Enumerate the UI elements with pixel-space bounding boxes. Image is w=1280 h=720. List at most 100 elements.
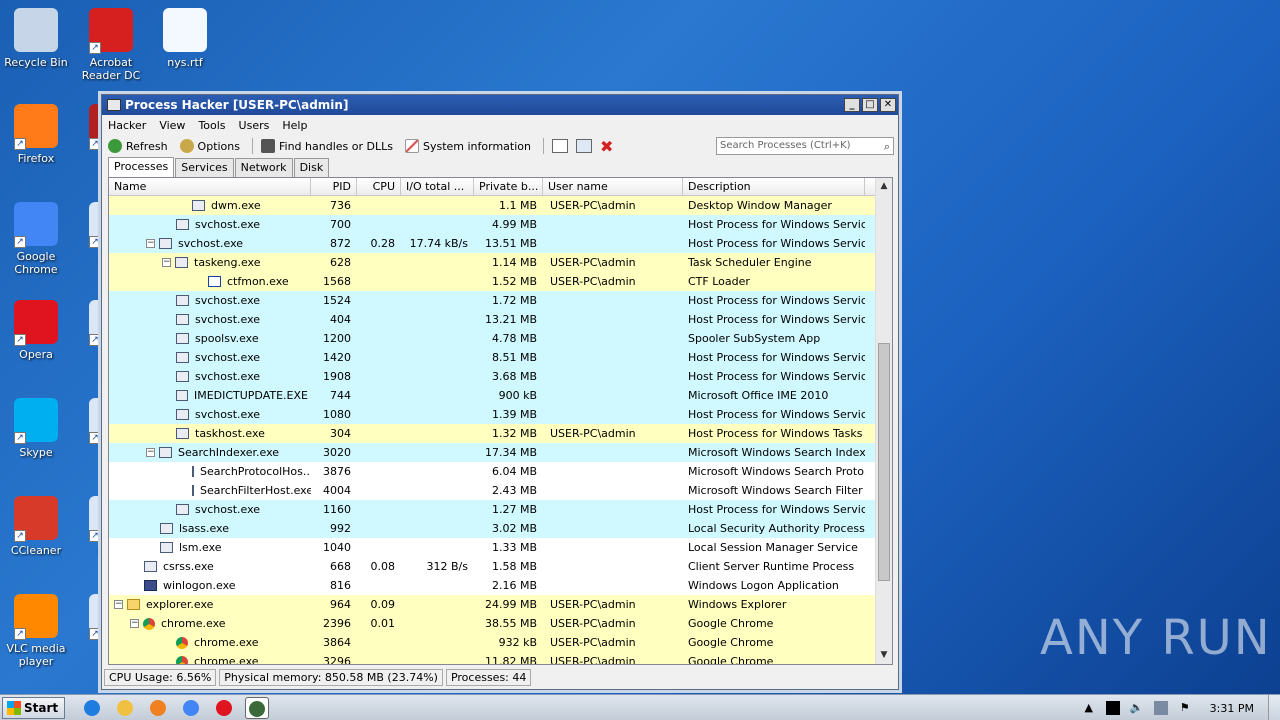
table-row[interactable]: lsass.exe 992 3.02 MB Local Security Author… <box>109 519 892 538</box>
table-row[interactable]: − SearchIndexer.exe 3020 17.34 MB Microsoft … <box>109 443 892 462</box>
cell-user: USER-PC\admin <box>550 617 636 630</box>
cell-pid: 3296 <box>323 655 351 665</box>
column-name[interactable]: Name <box>109 178 311 195</box>
action-center-flag-icon[interactable]: ⚑ <box>1178 701 1192 715</box>
table-row[interactable]: svchost.exe 1420 8.51 MB Host Process for W… <box>109 348 892 367</box>
vertical-scrollbar[interactable]: ▲ ▼ <box>875 178 892 664</box>
table-row[interactable]: − explorer.exe 964 0.09 24.99 MB USER-PC\admi… <box>109 595 892 614</box>
ie-icon[interactable] <box>80 697 104 719</box>
menu-view[interactable]: View <box>159 119 185 132</box>
table-row[interactable]: svchost.exe 1080 1.39 MB Host Process for W… <box>109 405 892 424</box>
network-icon[interactable] <box>1153 701 1168 715</box>
table-row[interactable]: spoolsv.exe 1200 4.78 MB Spooler SubSystem … <box>109 329 892 348</box>
collapse-toggle-icon[interactable]: − <box>130 619 139 628</box>
scroll-thumb[interactable] <box>878 343 890 581</box>
desktop-icon-label: Opera <box>19 348 53 361</box>
desktop-icon-label: nys.rtf <box>167 56 203 69</box>
find-handles-button[interactable]: Find handles or DLLs <box>261 139 393 153</box>
tab-services[interactable]: Services <box>175 158 234 177</box>
table-row[interactable]: − chrome.exe 2396 0.01 38.55 MB USER-PC\admin… <box>109 614 892 633</box>
menu-users[interactable]: Users <box>239 119 270 132</box>
collapse-toggle-icon[interactable]: − <box>146 239 155 248</box>
process-icon <box>208 276 221 287</box>
table-row[interactable]: winlogon.exe 816 2.16 MB Windows Logon Appl… <box>109 576 892 595</box>
table-row[interactable]: − taskeng.exe 628 1.14 MB USER-PC\admin Task … <box>109 253 892 272</box>
process-icon <box>127 599 140 610</box>
scroll-up-icon[interactable]: ▲ <box>876 178 892 195</box>
folder-icon[interactable] <box>113 697 137 719</box>
terminate-icon[interactable]: ✖ <box>600 137 613 156</box>
table-row[interactable]: chrome.exe 3296 11.82 MB USER-PC\admin Googl… <box>109 652 892 665</box>
column-io[interactable]: I/O total ... <box>401 178 474 195</box>
column-pid[interactable]: PID <box>311 178 357 195</box>
console-icon[interactable] <box>1105 701 1120 715</box>
column-description[interactable]: Description <box>683 178 865 195</box>
table-row[interactable]: csrss.exe 668 0.08 312 B/s 1.58 MB Client Ser… <box>109 557 892 576</box>
cell-priv: 11.82 MB <box>484 655 537 665</box>
menu-help[interactable]: Help <box>282 119 307 132</box>
desktop-icon[interactable]: nys.rtf <box>149 8 221 69</box>
tab-network[interactable]: Network <box>234 158 293 177</box>
find-window-icon[interactable] <box>575 139 592 153</box>
tab-processes[interactable]: Processes <box>108 157 175 177</box>
menu-tools[interactable]: Tools <box>198 119 225 132</box>
table-row[interactable]: svchost.exe 404 13.21 MB Host Process for W… <box>109 310 892 329</box>
collapse-toggle-icon[interactable]: − <box>114 600 123 609</box>
desktop-icon[interactable]: ↗ Skype <box>0 398 72 459</box>
start-button[interactable]: Start <box>2 696 66 719</box>
table-row[interactable]: SearchFilterHost.exe 4004 2.43 MB Microsoft… <box>109 481 892 500</box>
opera-icon[interactable] <box>212 697 236 719</box>
table-row[interactable]: dwm.exe 736 1.1 MB USER-PC\admin Desktop Win… <box>109 196 892 215</box>
table-row[interactable]: ctfmon.exe 1568 1.52 MB USER-PC\admin CTF Lo… <box>109 272 892 291</box>
cell-user <box>543 481 683 500</box>
table-row[interactable]: chrome.exe 3864 932 kB USER-PC\admin Google … <box>109 633 892 652</box>
desktop-icon[interactable]: ↗ Opera <box>0 300 72 361</box>
menu-hacker[interactable]: Hacker <box>108 119 146 132</box>
process-hacker-icon[interactable] <box>245 696 270 719</box>
table-row[interactable]: IMEDICTUPDATE.EXE 744 900 kB Microsoft Offi… <box>109 386 892 405</box>
scroll-down-icon[interactable]: ▼ <box>876 647 892 664</box>
media-player-icon[interactable] <box>146 697 170 719</box>
desktop-icon[interactable]: ↗ Firefox <box>0 104 72 165</box>
close-button[interactable]: ✕ <box>880 98 896 112</box>
cell-desc: Host Process for Windows Services <box>688 218 865 231</box>
clock[interactable]: 3:31 PM <box>1210 702 1254 715</box>
column-user-name[interactable]: User name <box>543 178 683 195</box>
chrome-icon[interactable] <box>179 697 203 719</box>
collapse-toggle-icon[interactable]: − <box>146 448 155 457</box>
minimize-button[interactable]: _ <box>844 98 860 112</box>
table-row[interactable]: svchost.exe 700 4.99 MB Host Process for Wi… <box>109 215 892 234</box>
volume-icon[interactable]: 🔈 <box>1130 701 1144 715</box>
cell-cpu <box>357 481 401 500</box>
desktop-icon[interactable]: Recycle Bin <box>0 8 72 69</box>
tray-expand-icon[interactable]: ▲ <box>1082 701 1096 715</box>
desktop-icon[interactable]: ↗ Acrobat Reader DC <box>75 8 147 82</box>
maximize-button[interactable]: □ <box>862 98 878 112</box>
column-cpu[interactable]: CPU <box>357 178 401 195</box>
table-row[interactable]: svchost.exe 1908 3.68 MB Host Process for W… <box>109 367 892 386</box>
show-desktop-button[interactable] <box>1268 695 1280 720</box>
table-row[interactable]: lsm.exe 1040 1.33 MB Local Session Manager … <box>109 538 892 557</box>
table-row[interactable]: − svchost.exe 872 0.28 17.74 kB/s 13.51 MB Hos… <box>109 234 892 253</box>
table-row[interactable]: svchost.exe 1524 1.72 MB Host Process for W… <box>109 291 892 310</box>
options-button[interactable]: Options <box>179 139 240 153</box>
window-icon[interactable] <box>551 139 568 153</box>
collapse-toggle-icon[interactable]: − <box>162 258 171 267</box>
desktop-icon[interactable]: ↗ VLC media player <box>0 594 72 668</box>
search-icon[interactable]: ⌕ <box>884 139 890 155</box>
process-name-cell: chrome.exe <box>109 652 311 664</box>
table-row[interactable]: svchost.exe 1160 1.27 MB Host Process for W… <box>109 500 892 519</box>
desktop-icon[interactable]: ↗ CCleaner <box>0 496 72 557</box>
shortcut-arrow-icon: ↗ <box>89 628 101 640</box>
desktop-icon[interactable]: ↗ Google Chrome <box>0 202 72 276</box>
system-information-button[interactable]: System information <box>404 139 531 153</box>
table-row[interactable]: SearchProtocolHos... 3876 6.04 MB Microsoft… <box>109 462 892 481</box>
refresh-button[interactable]: Refresh <box>108 139 168 153</box>
tab-disk[interactable]: Disk <box>293 158 330 177</box>
process-icon <box>192 466 194 477</box>
title-bar[interactable]: Process Hacker [USER-PC\admin] _ □ ✕ <box>102 95 898 115</box>
process-name: SearchIndexer.exe <box>178 446 280 459</box>
column-private-bytes[interactable]: Private b... <box>474 178 543 195</box>
search-input[interactable]: Search Processes (Ctrl+K) ⌕ <box>716 137 894 155</box>
table-row[interactable]: taskhost.exe 304 1.32 MB USER-PC\admin Host … <box>109 424 892 443</box>
